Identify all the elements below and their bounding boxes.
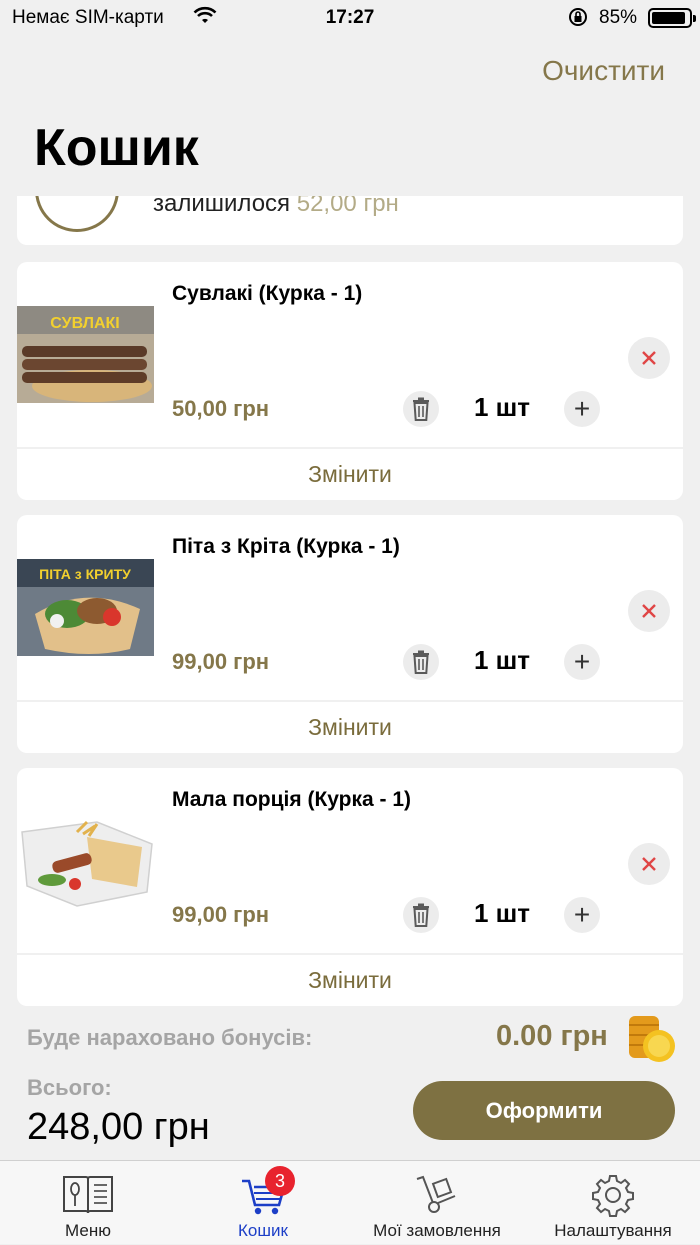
item-quantity: 1 шт (473, 645, 531, 675)
item-image-caption: СУВЛАКІ (50, 315, 119, 332)
item-image-caption: ПІТА з КРИТУ (39, 566, 131, 582)
battery-percent: 85% (599, 7, 638, 28)
remove-item-button[interactable] (628, 337, 670, 379)
trash-icon[interactable] (403, 897, 439, 933)
trash-icon[interactable] (403, 644, 439, 680)
cart-item: Мала порція (Курка - 1) 99,00 грн 1 шт +… (17, 768, 683, 1006)
tab-label: Меню (65, 1221, 111, 1240)
promo-amount: 52,00 грн (296, 196, 399, 217)
increase-quantity-button[interactable]: + (564, 644, 600, 680)
total-label: Всього: (27, 1075, 112, 1100)
change-item-button[interactable]: Змінити (308, 714, 392, 741)
increase-quantity-button[interactable]: + (564, 391, 600, 427)
smiley-icon (35, 196, 119, 232)
item-quantity: 1 шт (473, 392, 531, 422)
battery-icon (648, 8, 696, 28)
close-icon (642, 857, 656, 871)
cart-item: СУВЛАКІ Сувлакі (Курка - 1) 50,00 грн 1 … (17, 262, 683, 500)
bonus-label: Буде нараховано бонусів: (27, 1025, 313, 1050)
hand-truck-icon (415, 1173, 459, 1220)
cart-item: ПІТА з КРИТУ Піта з Кріта (Курка - 1) 99… (17, 515, 683, 753)
remove-item-button[interactable] (628, 843, 670, 885)
item-quantity: 1 шт (473, 898, 531, 928)
tab-my-orders[interactable]: Мої замовлення (362, 1161, 512, 1245)
clear-cart-button[interactable]: Очистити (542, 55, 665, 87)
tab-cart[interactable]: Кошик (203, 1161, 323, 1245)
close-icon (642, 604, 656, 618)
item-name: Піта з Кріта (Курка - 1) (172, 535, 400, 558)
remove-item-button[interactable] (628, 590, 670, 632)
cart-badge: 3 (265, 1166, 295, 1196)
checkout-button[interactable]: Оформити (413, 1081, 675, 1140)
bonus-amount: 0.00 грн (496, 1020, 608, 1052)
item-price: 50,00 грн (172, 396, 270, 421)
close-icon (642, 351, 656, 365)
promo-label: залишилося (153, 196, 291, 217)
page-title: Кошик (34, 119, 199, 177)
coins-icon (627, 1012, 677, 1069)
change-item-button[interactable]: Змінити (308, 967, 392, 994)
tab-settings[interactable]: Налаштування (547, 1161, 679, 1245)
increase-quantity-button[interactable]: + (564, 897, 600, 933)
tab-menu[interactable]: Меню (28, 1161, 148, 1245)
item-image: СУВЛАКІ (17, 306, 154, 403)
clock: 17:27 (325, 7, 375, 28)
item-price: 99,00 грн (172, 902, 270, 927)
rotation-lock-icon (567, 6, 589, 34)
tab-label: Налаштування (554, 1221, 672, 1240)
change-item-button[interactable]: Змінити (308, 461, 392, 488)
total-value: 248,00 грн (27, 1106, 210, 1148)
trash-icon[interactable] (403, 391, 439, 427)
item-name: Сувлакі (Курка - 1) (172, 282, 363, 305)
tab-label: Мої замовлення (373, 1221, 501, 1240)
item-image (17, 812, 154, 909)
item-image: ПІТА з КРИТУ (17, 559, 154, 656)
item-name: Мала порція (Курка - 1) (172, 788, 412, 811)
tab-label: Кошик (238, 1221, 288, 1240)
status-bar: Немає SIM-карти 17:27 85% (0, 0, 700, 36)
menu-book-icon (62, 1173, 114, 1220)
promo-card: залишилося 52,00 грн (17, 196, 683, 245)
item-price: 99,00 грн (172, 649, 270, 674)
promo-text: залишилося 52,00 грн (153, 196, 399, 218)
tab-bar: Меню Кошик Мої замовлення Налаштування (0, 1160, 700, 1244)
gear-icon (591, 1173, 635, 1222)
